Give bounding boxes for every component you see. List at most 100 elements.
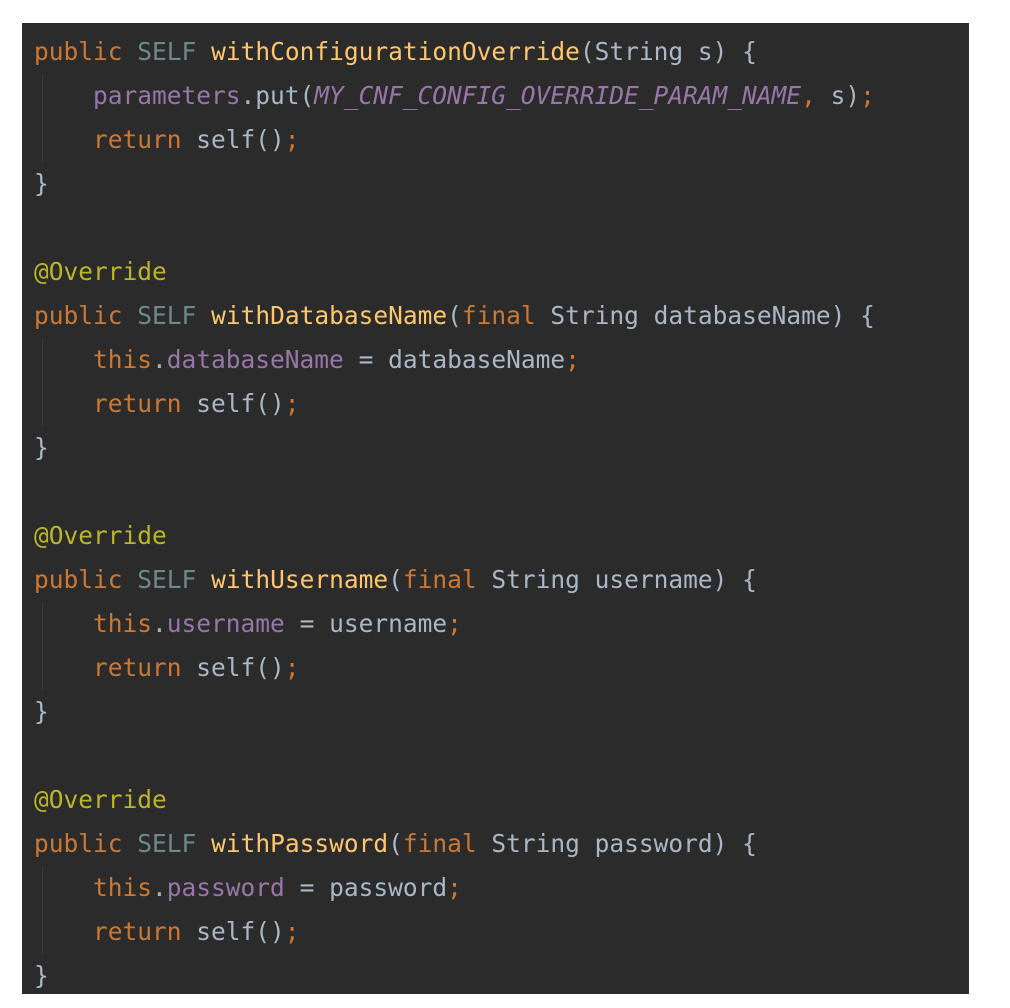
- code-line[interactable]: parameters.put(MY_CNF_CONFIG_OVERRIDE_PA…: [34, 74, 875, 118]
- code-token: String password) {: [476, 829, 757, 858]
- code-token: self(): [181, 653, 285, 682]
- code-token: return: [93, 125, 182, 154]
- code-token: String databaseName) {: [535, 301, 875, 330]
- code-line[interactable]: }: [34, 690, 875, 734]
- code-token: ;: [447, 609, 462, 638]
- code-editor[interactable]: public SELF withConfigurationOverride(St…: [22, 23, 969, 994]
- indent-guide: [42, 74, 43, 118]
- code-token: }: [34, 433, 49, 462]
- code-line[interactable]: @Override: [34, 778, 875, 822]
- code-line[interactable]: [34, 206, 875, 250]
- code-area[interactable]: public SELF withConfigurationOverride(St…: [34, 30, 875, 994]
- code-token: databaseName: [166, 345, 344, 374]
- code-token: (String s) {: [579, 37, 757, 66]
- indent-guide: [42, 910, 43, 954]
- code-token: this: [93, 609, 153, 638]
- code-token: s): [815, 81, 861, 110]
- code-token: final: [402, 829, 477, 858]
- code-token: ;: [284, 389, 300, 418]
- code-token: }: [34, 961, 49, 990]
- code-token: .: [152, 873, 167, 902]
- code-token: password: [166, 873, 285, 902]
- code-token: ;: [565, 345, 580, 374]
- code-line[interactable]: }: [34, 426, 875, 470]
- code-line[interactable]: }: [34, 162, 875, 206]
- code-token: self(): [181, 125, 285, 154]
- code-line[interactable]: public SELF withConfigurationOverride(St…: [34, 30, 875, 74]
- code-token: final: [402, 565, 477, 594]
- code-line[interactable]: @Override: [34, 514, 875, 558]
- code-token: withUsername: [211, 565, 389, 594]
- code-token: self(): [181, 389, 285, 418]
- code-token: .: [152, 609, 167, 638]
- code-token: public: [34, 37, 123, 66]
- code-token: = username: [284, 609, 448, 638]
- code-token: ;: [860, 81, 875, 110]
- code-token: ;: [284, 653, 300, 682]
- code-token: public: [34, 301, 123, 330]
- code-token: ;: [447, 873, 462, 902]
- code-token: @Override: [34, 785, 167, 814]
- code-line[interactable]: @Override: [34, 250, 875, 294]
- indent-guide: [42, 338, 43, 382]
- code-line[interactable]: return self();: [34, 382, 875, 426]
- code-token: MY_CNF_CONFIG_OVERRIDE_PARAM_NAME: [314, 81, 802, 110]
- indent-guide: [42, 866, 43, 910]
- code-token: withConfigurationOverride: [211, 37, 580, 66]
- code-token: @Override: [34, 257, 167, 286]
- code-line[interactable]: this.username = username;: [34, 602, 875, 646]
- code-token: withPassword: [211, 829, 389, 858]
- code-token: final: [461, 301, 536, 330]
- code-line[interactable]: return self();: [34, 646, 875, 690]
- code-token: = password: [284, 873, 448, 902]
- code-token: return: [93, 653, 182, 682]
- indent-guide: [42, 382, 43, 426]
- code-line[interactable]: this.password = password;: [34, 866, 875, 910]
- code-token: withDatabaseName: [211, 301, 448, 330]
- indent-guide: [42, 646, 43, 690]
- code-line[interactable]: return self();: [34, 118, 875, 162]
- code-token: SELF: [137, 301, 197, 330]
- code-token: (: [388, 565, 403, 594]
- code-line[interactable]: public SELF withDatabaseName(final Strin…: [34, 294, 875, 338]
- code-token: .: [152, 345, 167, 374]
- code-token: this: [93, 873, 153, 902]
- code-token: (: [447, 301, 462, 330]
- code-token: return: [93, 389, 182, 418]
- code-line[interactable]: public SELF withUsername(final String us…: [34, 558, 875, 602]
- code-token: SELF: [137, 37, 197, 66]
- code-line[interactable]: [34, 470, 875, 514]
- indent-guide: [42, 602, 43, 646]
- code-token: }: [34, 169, 49, 198]
- code-token: = databaseName: [343, 345, 566, 374]
- code-line[interactable]: }: [34, 954, 875, 994]
- code-token: this: [93, 345, 153, 374]
- indent-guide: [42, 118, 43, 162]
- code-line[interactable]: [34, 734, 875, 778]
- code-token: @Override: [34, 521, 167, 550]
- code-token: self(): [181, 917, 285, 946]
- code-token: SELF: [137, 565, 197, 594]
- code-token: (: [388, 829, 403, 858]
- code-line[interactable]: this.databaseName = databaseName;: [34, 338, 875, 382]
- code-token: String username) {: [476, 565, 757, 594]
- code-token: return: [93, 917, 182, 946]
- code-token: ,: [801, 81, 816, 110]
- code-token: }: [34, 697, 49, 726]
- code-line[interactable]: return self();: [34, 910, 875, 954]
- code-token: public: [34, 565, 123, 594]
- code-token: ;: [284, 125, 300, 154]
- code-token: .put(: [240, 81, 315, 110]
- code-token: SELF: [137, 829, 197, 858]
- code-token: username: [166, 609, 285, 638]
- code-line[interactable]: public SELF withPassword(final String pa…: [34, 822, 875, 866]
- code-token: public: [34, 829, 123, 858]
